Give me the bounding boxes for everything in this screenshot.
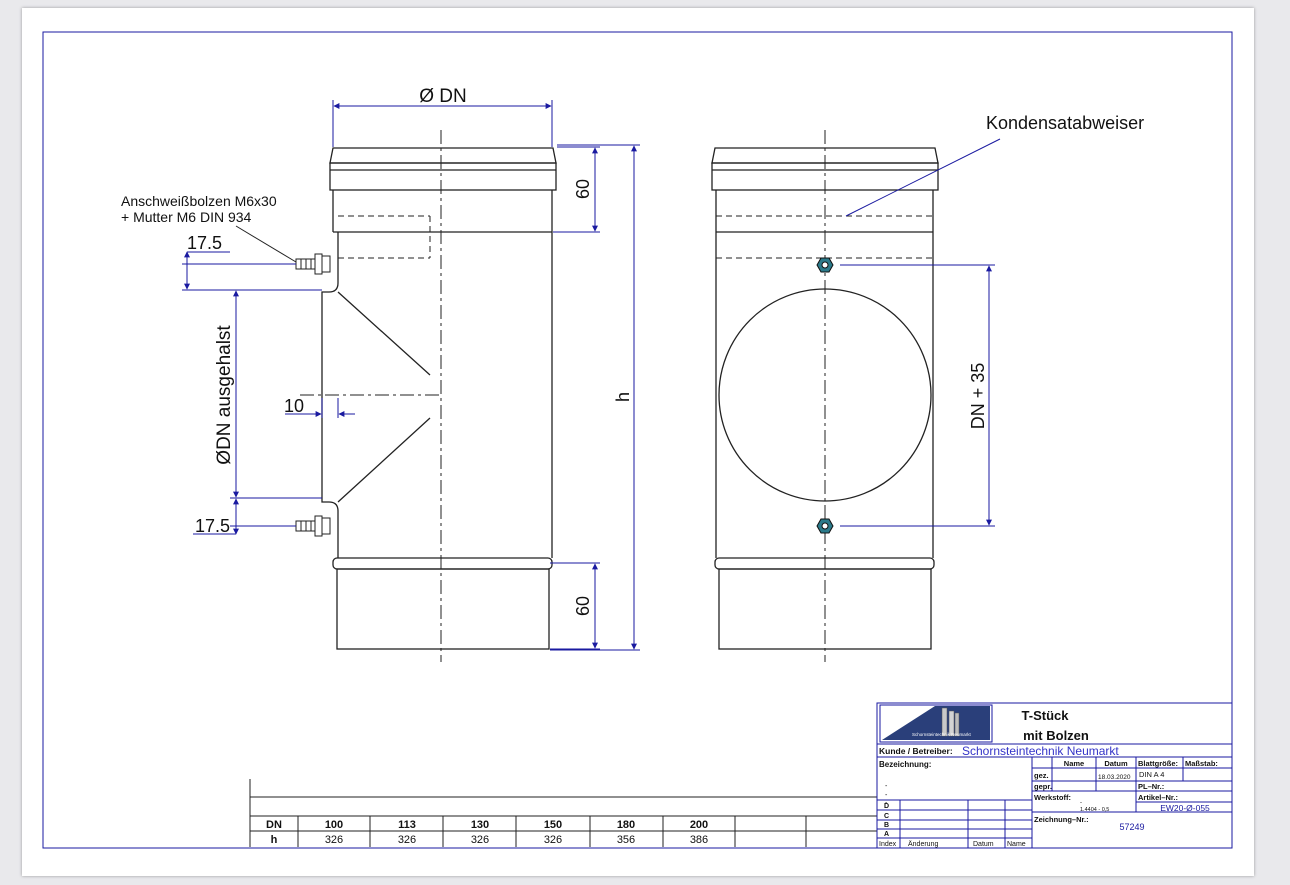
weld-bolt-top bbox=[295, 253, 331, 275]
article-value: EW20-Ø-055 bbox=[1160, 803, 1210, 813]
technical-drawing: Ø DN 60 60 h 17.5 ØDN ausgehalst 17.5 10… bbox=[42, 31, 1233, 849]
material-label: Werkstoff: bbox=[1034, 793, 1071, 802]
rev-a: A bbox=[884, 831, 889, 838]
hex-nut-top bbox=[816, 257, 834, 273]
dimension-table: DN h 100 113 130 150 180 200 326 326 326… bbox=[249, 779, 877, 847]
bolt-note-line1: Anschweißbolzen M6x30 bbox=[121, 193, 277, 209]
dim-diameter-dn: Ø DN bbox=[419, 86, 467, 107]
table-dn-cell: 180 bbox=[617, 819, 635, 831]
rev-change: Änderung bbox=[908, 840, 938, 848]
table-h-cell: 386 bbox=[690, 834, 708, 846]
table-row-dn-label: DN bbox=[266, 819, 282, 831]
customer-value: Schornsteintechnik Neumarkt bbox=[962, 744, 1119, 758]
bolt-note-line2: + Mutter M6 DIN 934 bbox=[121, 209, 252, 225]
condensate-note: Kondensatabweiser bbox=[986, 113, 1144, 133]
top-socket-ring bbox=[329, 162, 557, 191]
rev-date: Datum bbox=[973, 841, 994, 848]
dim-h: h bbox=[613, 392, 633, 402]
table-row-h-label: h bbox=[271, 834, 278, 846]
material-value: 1.4404 - 0,5 bbox=[1080, 807, 1109, 813]
designation-dash: - bbox=[885, 783, 888, 790]
designation-dash: - bbox=[885, 792, 888, 799]
table-h-cell: 326 bbox=[544, 834, 562, 846]
table-h-cell: 326 bbox=[325, 834, 343, 846]
rev-d: D bbox=[884, 803, 889, 810]
sheet-size-label: Blattgröße: bbox=[1138, 759, 1178, 768]
title-line2: mit Bolzen bbox=[1023, 728, 1089, 743]
drawing-no-label: Zeichnung–Nr.: bbox=[1034, 815, 1089, 824]
right-view: DN + 35 Kondensatabweiser bbox=[711, 113, 1144, 662]
article-label: Artikel–Nr.: bbox=[1138, 793, 1178, 802]
left-view: Ø DN 60 60 h 17.5 ØDN ausgehalst 17.5 10… bbox=[121, 86, 640, 662]
checked-label: gepr. bbox=[1034, 782, 1052, 791]
hex-nut-bottom bbox=[816, 518, 834, 534]
table-dn-cell: 113 bbox=[398, 819, 416, 831]
material-dash: - bbox=[1080, 800, 1082, 806]
weld-bolt-bottom bbox=[295, 515, 331, 537]
col-date: Datum bbox=[1104, 759, 1128, 768]
top-socket-lip bbox=[329, 147, 557, 164]
bottom-bead bbox=[332, 557, 553, 570]
designation-label: Bezeichnung: bbox=[879, 760, 931, 769]
bottom-spigot bbox=[336, 568, 550, 650]
pl-label: PL–Nr.: bbox=[1138, 782, 1164, 791]
dim-60-top: 60 bbox=[573, 179, 593, 199]
title-line1: T-Stück bbox=[1022, 708, 1070, 723]
dim-60-bottom: 60 bbox=[573, 596, 593, 616]
col-name: Name bbox=[1064, 759, 1084, 768]
table-h-cell: 356 bbox=[617, 834, 635, 846]
drawing-no-value: 57249 bbox=[1119, 822, 1144, 832]
table-dn-cell: 100 bbox=[325, 819, 343, 831]
table-h-cell: 326 bbox=[471, 834, 489, 846]
rev-index: Index bbox=[879, 841, 897, 848]
title-block: Schornsteintechnik Neumarkt T-Stück mit … bbox=[876, 702, 1233, 849]
rev-c: C bbox=[884, 813, 889, 820]
rev-name: Name bbox=[1007, 841, 1026, 848]
branch-opening bbox=[718, 288, 932, 502]
rev-b: B bbox=[884, 822, 889, 829]
dim-17-5-top: 17.5 bbox=[187, 233, 222, 253]
dim-17-5-bottom: 17.5 bbox=[195, 516, 230, 536]
dim-branch-diameter: ØDN ausgehalst bbox=[214, 325, 235, 465]
table-h-cell: 326 bbox=[398, 834, 416, 846]
customer-label: Kunde / Betreiber: bbox=[879, 746, 953, 756]
drawn-date: 18.03.2020 bbox=[1098, 774, 1131, 781]
drawn-label: gez. bbox=[1034, 771, 1049, 780]
scale-label: Maßstab: bbox=[1185, 759, 1218, 768]
dim-10: 10 bbox=[284, 396, 304, 416]
sheet-size-value: DIN A 4 bbox=[1139, 770, 1164, 779]
table-dn-cell: 150 bbox=[544, 819, 562, 831]
dim-dn-plus-35: DN + 35 bbox=[968, 363, 988, 430]
logo-text: Schornsteintechnik Neumarkt bbox=[912, 732, 972, 737]
table-dn-cell: 130 bbox=[471, 819, 489, 831]
table-dn-cell: 200 bbox=[690, 819, 708, 831]
